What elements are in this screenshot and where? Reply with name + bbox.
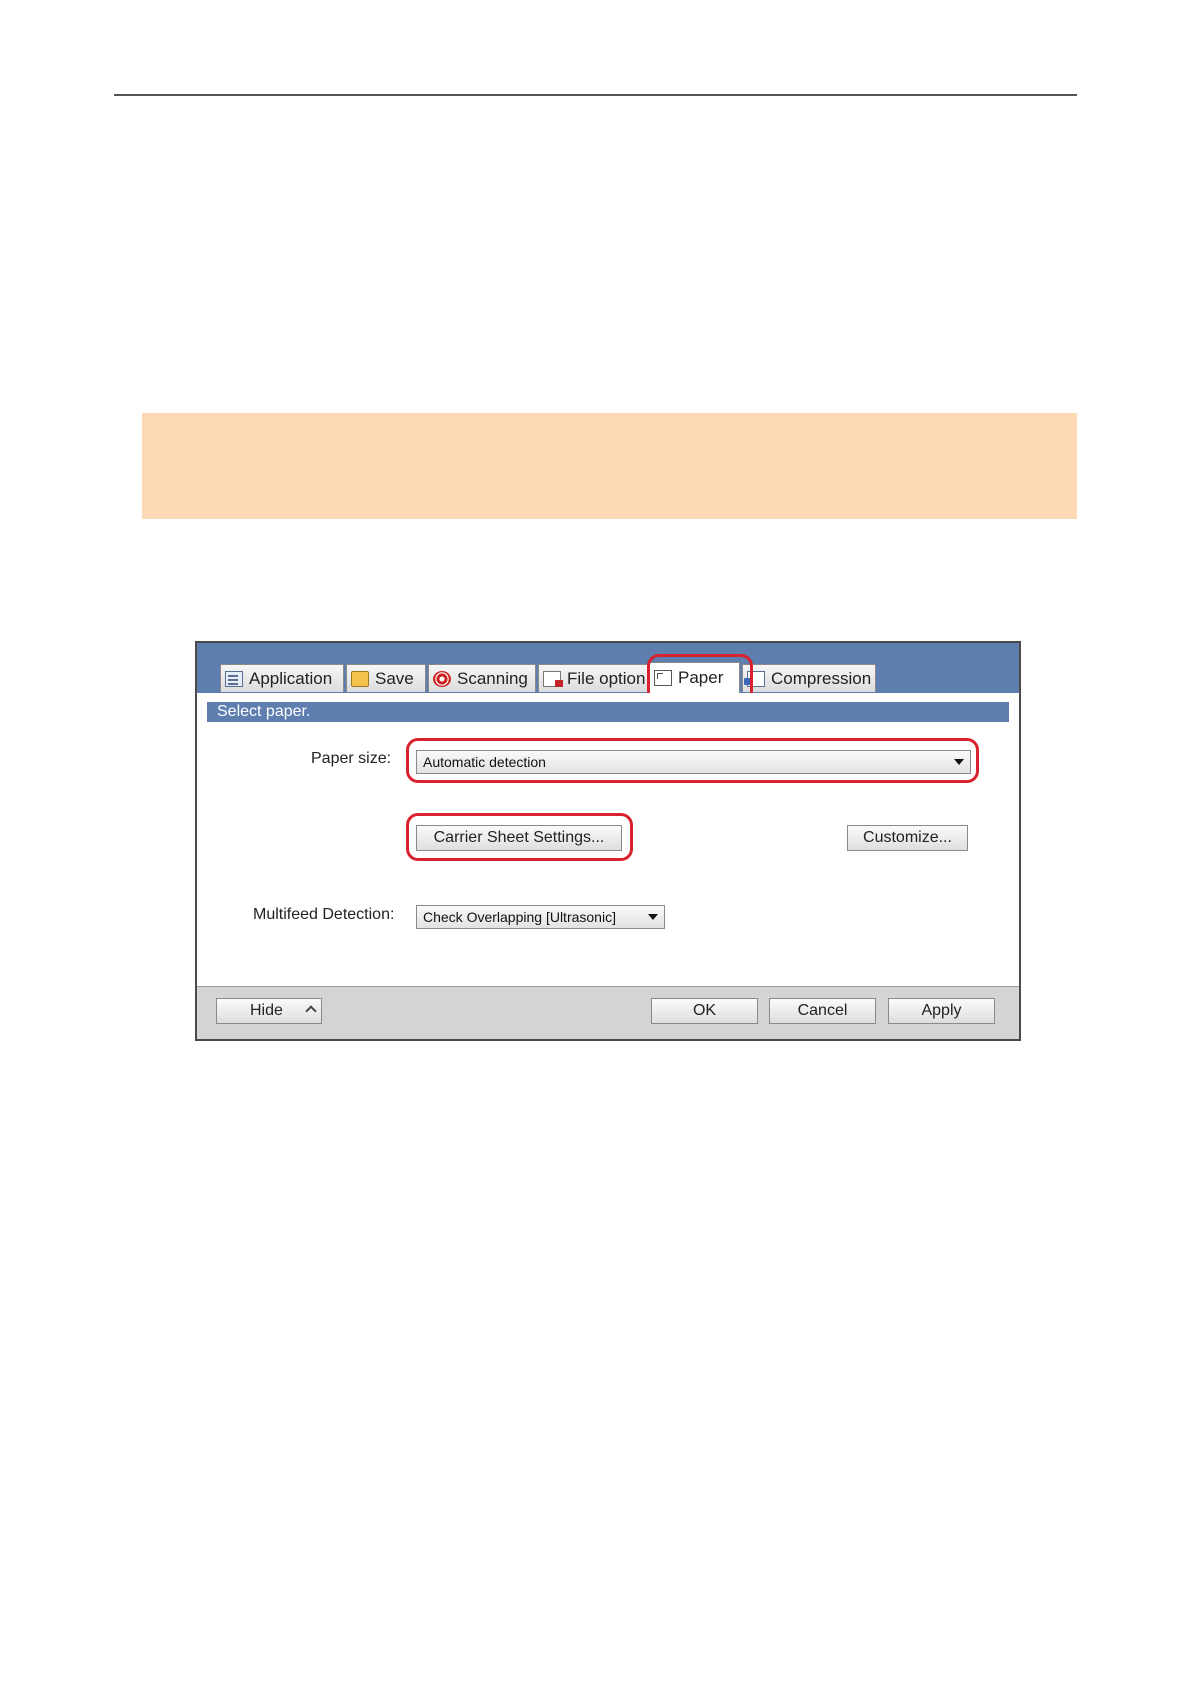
paper-settings-panel: Select paper. Paper size: Automatic dete… <box>197 693 1019 986</box>
scan-settings-dialog: Application Save Scanning File option Pa… <box>195 641 1021 1041</box>
note-box <box>142 413 1077 519</box>
tab-save-label: Save <box>375 668 414 688</box>
tab-compression[interactable]: Compression <box>742 664 876 692</box>
page-header-rule <box>114 94 1077 96</box>
hide-button-label: Hide <box>250 1002 283 1019</box>
carrier-sheet-highlight <box>406 813 633 861</box>
tab-file-option-label: File option <box>567 668 646 688</box>
multifeed-detection-value: Check Overlapping [Ultrasonic] <box>423 909 616 925</box>
tab-application-label: Application <box>249 668 333 688</box>
tab-application[interactable]: Application <box>220 664 344 692</box>
apply-button[interactable]: Apply <box>888 998 995 1024</box>
multifeed-detection-select[interactable]: Check Overlapping [Ultrasonic] <box>416 905 665 929</box>
tab-file-option[interactable]: File option <box>538 664 648 692</box>
tab-compression-label: Compression <box>771 668 872 688</box>
chevron-down-icon <box>648 914 658 920</box>
tab-scanning-label: Scanning <box>457 668 528 688</box>
multifeed-detection-label: Multifeed Detection: <box>253 906 395 923</box>
file-option-icon <box>543 670 563 687</box>
save-folder-icon <box>351 670 369 687</box>
tab-scanning[interactable]: Scanning <box>428 664 536 692</box>
tab-save[interactable]: Save <box>346 664 426 692</box>
application-icon <box>225 670 243 687</box>
paper-size-label: Paper size: <box>311 750 392 767</box>
paper-size-highlight <box>406 738 979 783</box>
tab-strip: Application Save Scanning File option Pa… <box>197 643 1019 693</box>
scanning-icon <box>433 670 451 687</box>
chevron-up-icon <box>305 1005 317 1017</box>
hide-button[interactable]: Hide <box>216 998 322 1024</box>
ok-button[interactable]: OK <box>651 998 758 1024</box>
customize-button[interactable]: Customize... <box>847 825 968 851</box>
cancel-button[interactable]: Cancel <box>769 998 876 1024</box>
dialog-footer: Hide OK Cancel Apply <box>197 986 1019 1039</box>
panel-banner: Select paper. <box>207 702 1009 722</box>
